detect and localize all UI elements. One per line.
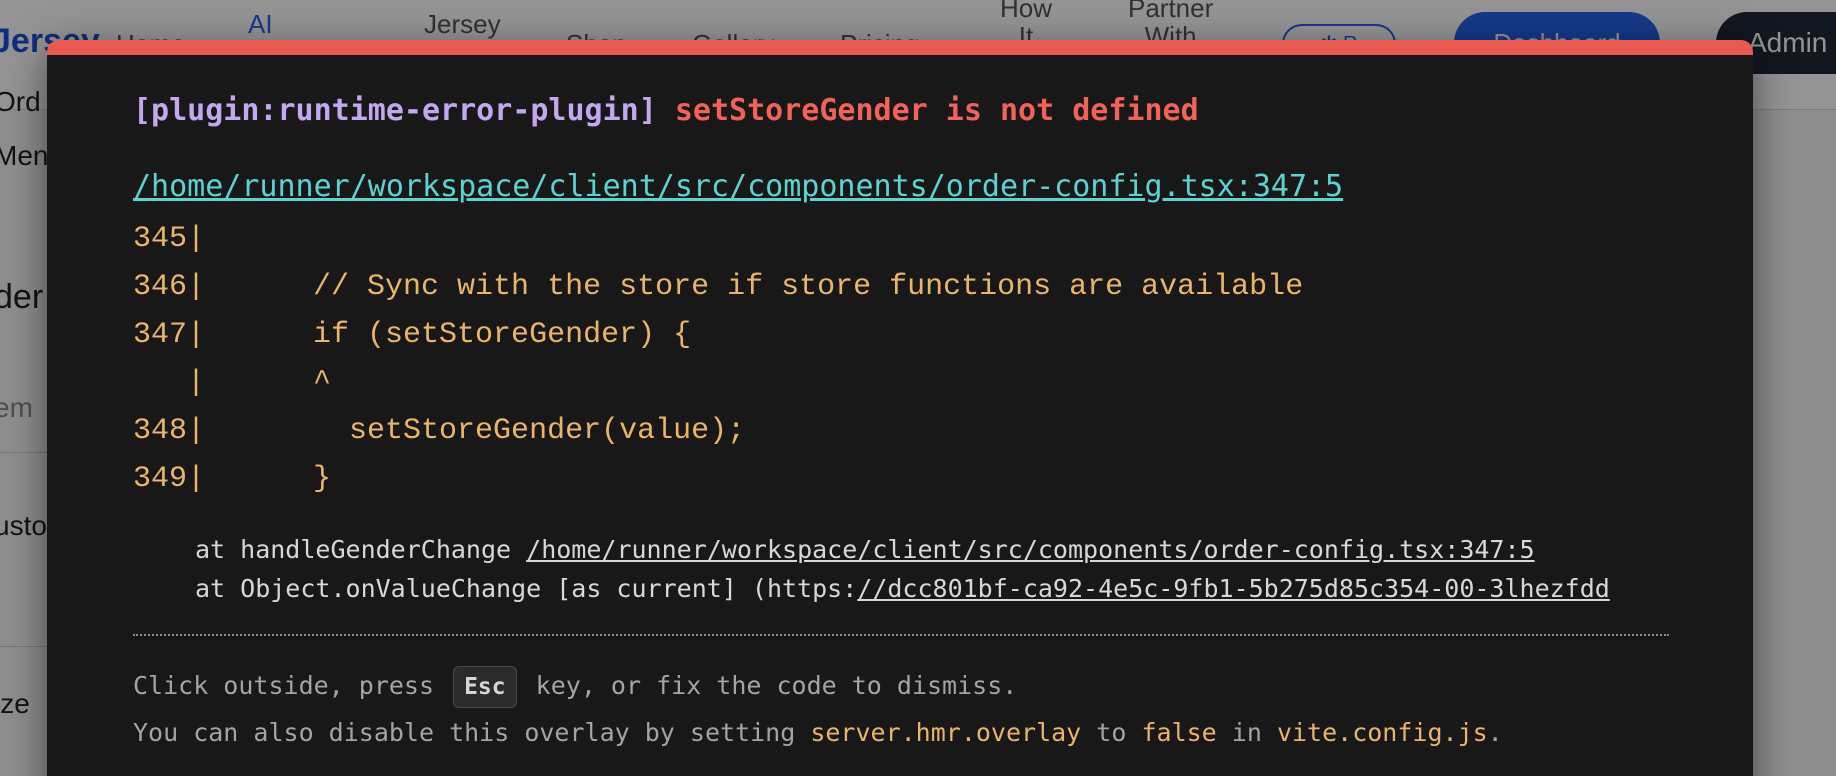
code-line: 349| }	[133, 462, 332, 496]
code-line: 347| if (setStoreGender) {	[133, 318, 692, 352]
disable-tip-text-1: You can also disable this overlay by set…	[133, 718, 811, 747]
disable-overlay-tip: You can also disable this overlay by set…	[133, 713, 1503, 753]
disable-tip-text-4: .	[1487, 718, 1503, 747]
setting-name: server.hmr.overlay	[810, 718, 1082, 747]
error-overlay[interactable]: [plugin:runtime-error-plugin] setStoreGe…	[47, 40, 1753, 776]
stack-frame-1-link[interactable]: /home/runner/workspace/client/src/compon…	[526, 535, 1534, 564]
code-line: 348| setStoreGender(value);	[133, 414, 746, 448]
stack-frame-1: at handleGenderChange /home/runner/works…	[195, 530, 1610, 569]
stack-frame-1-prefix: at handleGenderChange	[195, 535, 527, 564]
code-line: 345|	[133, 222, 206, 256]
error-file-link[interactable]: /home/runner/workspace/client/src/compon…	[133, 167, 1343, 207]
dismiss-tip-text-1: Click outside, press	[133, 671, 450, 700]
dismiss-tip-text-2: key, or fix the code to dismiss.	[520, 671, 1018, 700]
error-message: setStoreGender is not defined	[674, 93, 1199, 128]
code-line-caret: | ^	[133, 366, 332, 400]
stack-trace: at handleGenderChange /home/runner/works…	[195, 530, 1610, 608]
dismiss-tip: Click outside, press Esc key, or fix the…	[133, 666, 1017, 708]
stack-frame-2-prefix: at Object.onValueChange [as current] (ht…	[195, 574, 858, 603]
config-file-name: vite.config.js	[1276, 718, 1488, 747]
disable-tip-text-3: in	[1216, 718, 1277, 747]
disable-tip-text-2: to	[1081, 718, 1142, 747]
stack-frame-2-link[interactable]: //dcc801bf-ca92-4e5c-9fb1-5b275d85c354-0…	[857, 574, 1610, 603]
error-plugin-name: [plugin:runtime-error-plugin]	[133, 93, 657, 128]
setting-value: false	[1141, 718, 1217, 747]
code-frame: 345| 346| // Sync with the store if store…	[133, 215, 1303, 503]
code-line: 346| // Sync with the store if store fun…	[133, 270, 1304, 304]
stack-frame-2: at Object.onValueChange [as current] (ht…	[195, 569, 1610, 608]
esc-key: Esc	[453, 666, 517, 708]
tip-divider	[133, 634, 1669, 636]
error-header: [plugin:runtime-error-plugin] setStoreGe…	[133, 91, 1199, 131]
